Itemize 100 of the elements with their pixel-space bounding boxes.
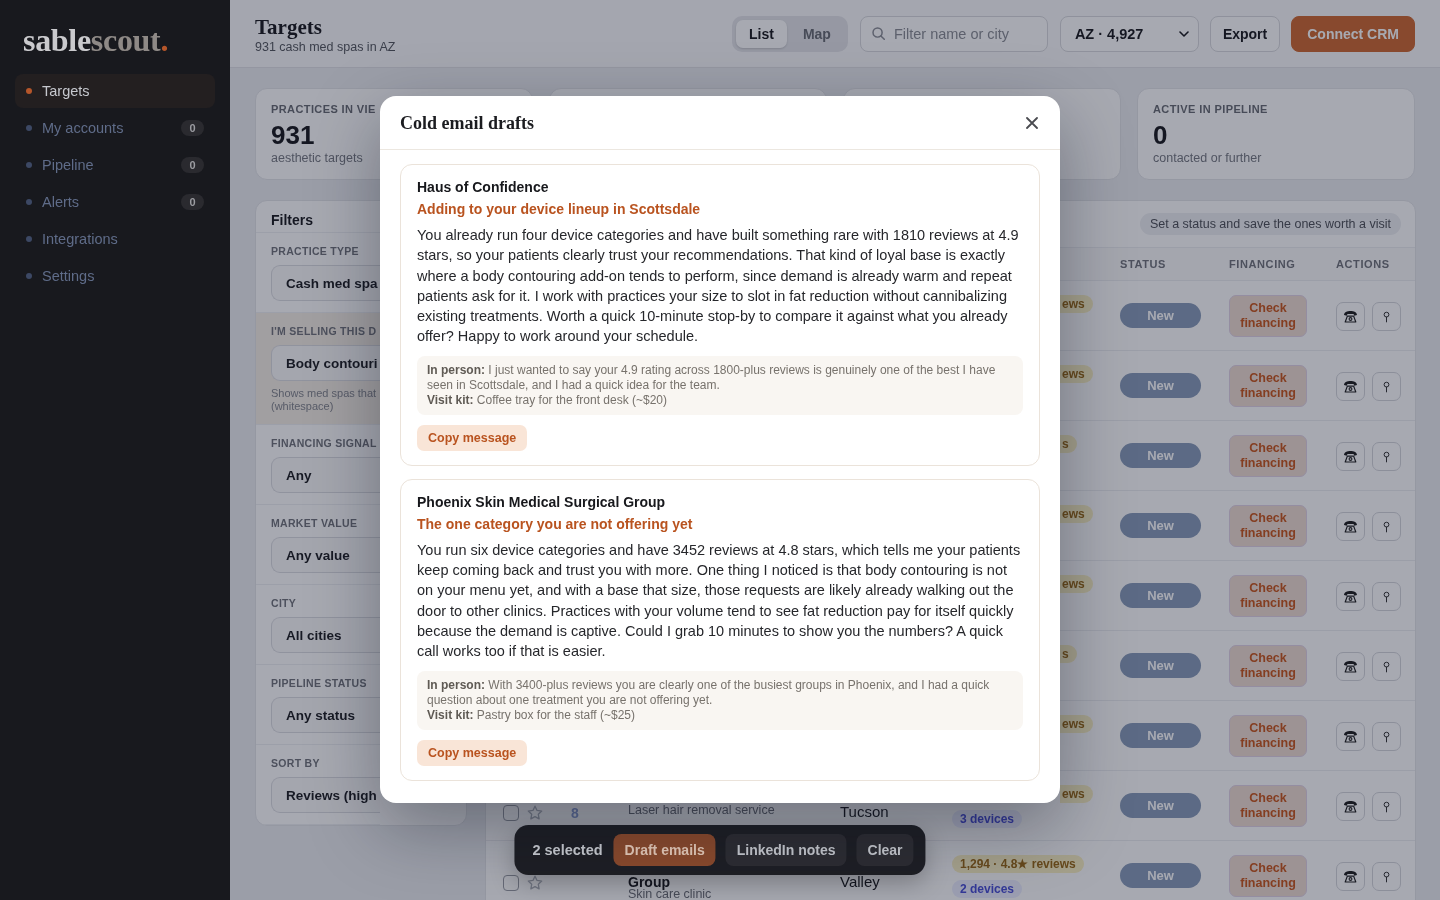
nav-item[interactable]: Integrations [15,222,215,256]
review-count: s [1060,645,1077,663]
row-checkbox[interactable] [503,805,519,821]
phone-icon [1343,450,1358,463]
pin-button[interactable] [1372,512,1401,541]
pin-icon [1383,450,1390,463]
dialog-title: Cold email drafts [400,111,534,134]
check-financing-button[interactable]: Check financing [1229,645,1307,687]
check-financing-button[interactable]: Check financing [1229,575,1307,617]
primary-button[interactable]: Draft emails [613,834,716,866]
review-count: ews [1060,505,1093,523]
copy-message-button[interactable]: Copy message [417,424,528,451]
dark-button[interactable]: LinkedIn notes [725,834,847,866]
nav-item[interactable]: Settings [15,259,215,293]
city-text: Valley [840,873,880,890]
pin-button[interactable] [1372,862,1401,891]
pin-icon [1383,520,1390,533]
item-count: 0 [181,194,204,210]
filter-dropdown[interactable]: Body contouri [271,345,380,381]
status-button[interactable]: New [1120,723,1201,748]
stat-value: 0 [1153,120,1168,150]
filter-dropdown[interactable]: All cities [271,617,380,653]
phone-button[interactable] [1336,302,1365,331]
search-field[interactable]: Filter name or city [859,15,1048,52]
page-title: Targets [255,15,322,39]
phone-icon [1343,870,1358,883]
filter-dropdown[interactable]: Any [271,457,380,493]
visit-kit-note: Visit kit: Coffee tray for the front desk (~$20) [427,392,668,408]
status-button[interactable]: New [1120,303,1201,328]
phone-icon [1343,590,1358,603]
review-count: ews [1060,575,1093,593]
review-count: ews [1060,295,1093,313]
check-financing-button[interactable]: Check financing [1229,855,1307,897]
phone-button[interactable] [1336,442,1365,471]
status-button[interactable]: New [1120,513,1201,538]
check-financing-button[interactable]: Check financing [1229,435,1307,477]
hint-label: Set a status and save the ones worth a visit [1139,213,1401,235]
column-header: FINANCING [1229,257,1297,271]
pin-button[interactable] [1372,652,1401,681]
email-subject: The one category you are not offering yet [417,514,693,534]
outline-button[interactable]: Export [1209,15,1281,52]
review-count: ews [1060,785,1093,803]
pin-button[interactable] [1372,582,1401,611]
pin-icon [1383,310,1390,323]
pin-icon [1383,800,1390,813]
phone-button[interactable] [1336,652,1365,681]
star-icon[interactable] [527,875,543,891]
status-button[interactable]: New [1120,443,1201,468]
city-text: Tucson [840,803,889,820]
status-button[interactable]: New [1120,373,1201,398]
check-financing-button[interactable]: Check financing [1229,505,1307,547]
status-button[interactable]: New [1120,653,1201,678]
primary-button[interactable]: Connect CRM [1291,15,1415,52]
phone-button[interactable] [1336,582,1365,611]
row-number: 8 [571,805,579,821]
pin-button[interactable] [1372,372,1401,401]
check-financing-button[interactable]: Check financing [1229,715,1307,757]
row-checkbox[interactable] [503,875,519,891]
bullet-icon [26,236,32,242]
pin-button[interactable] [1372,302,1401,331]
status-button[interactable]: New [1120,583,1201,608]
stat-label: PRACTICES IN VIE [271,102,376,116]
region-select[interactable]: AZ · 4,927 [1059,15,1199,52]
nav-item[interactable]: Pipeline 0 [15,148,215,182]
phone-button[interactable] [1336,372,1365,401]
status-button[interactable]: New [1120,793,1201,818]
practice-name: Haus of Confidence [417,178,549,197]
dark-button[interactable]: Clear [856,834,914,866]
nav-item[interactable]: Alerts 0 [15,185,215,219]
pin-button[interactable] [1372,792,1401,821]
stat-value: 931 [271,120,315,150]
nav-item[interactable]: Targets [15,74,215,108]
pin-button[interactable] [1372,442,1401,471]
filter-dropdown[interactable]: Any status [271,697,380,733]
copy-message-button[interactable]: Copy message [417,739,528,766]
filter-dropdown[interactable]: Cash med spa [271,265,380,301]
phone-button[interactable] [1336,792,1365,821]
view-tab[interactable]: Map [789,19,844,48]
nav-item[interactable]: My accounts 0 [15,111,215,145]
filter-label: PRACTICE TYPE [271,244,359,258]
filter-label: MARKET VALUE [271,516,358,530]
check-financing-button[interactable]: Check financing [1229,295,1307,337]
phone-icon [1343,310,1358,323]
phone-button[interactable] [1336,722,1365,751]
star-icon[interactable] [527,805,543,821]
practice-name: Group [628,875,670,889]
practice-name: Phoenix Skin Medical Surgical Group [417,492,666,512]
pin-button[interactable] [1372,722,1401,751]
bullet-icon [26,273,32,279]
phone-button[interactable] [1336,512,1365,541]
phone-icon [1343,380,1358,393]
bullet-icon [26,125,32,131]
filter-dropdown[interactable]: Reviews (high [271,777,380,813]
status-button[interactable]: New [1120,863,1201,888]
phone-button[interactable] [1336,862,1365,891]
view-tab[interactable]: List [736,19,787,48]
filter-dropdown[interactable]: Any value [271,537,380,573]
check-financing-button[interactable]: Check financing [1229,365,1307,407]
check-financing-button[interactable]: Check financing [1229,785,1307,827]
in-person-note: In person: I just wanted to say your 4.9 rating across 1800-plus reviews is genuinely one of the best I have seen in Scottsdale, and I had a quick idea for the team. [427,362,997,393]
